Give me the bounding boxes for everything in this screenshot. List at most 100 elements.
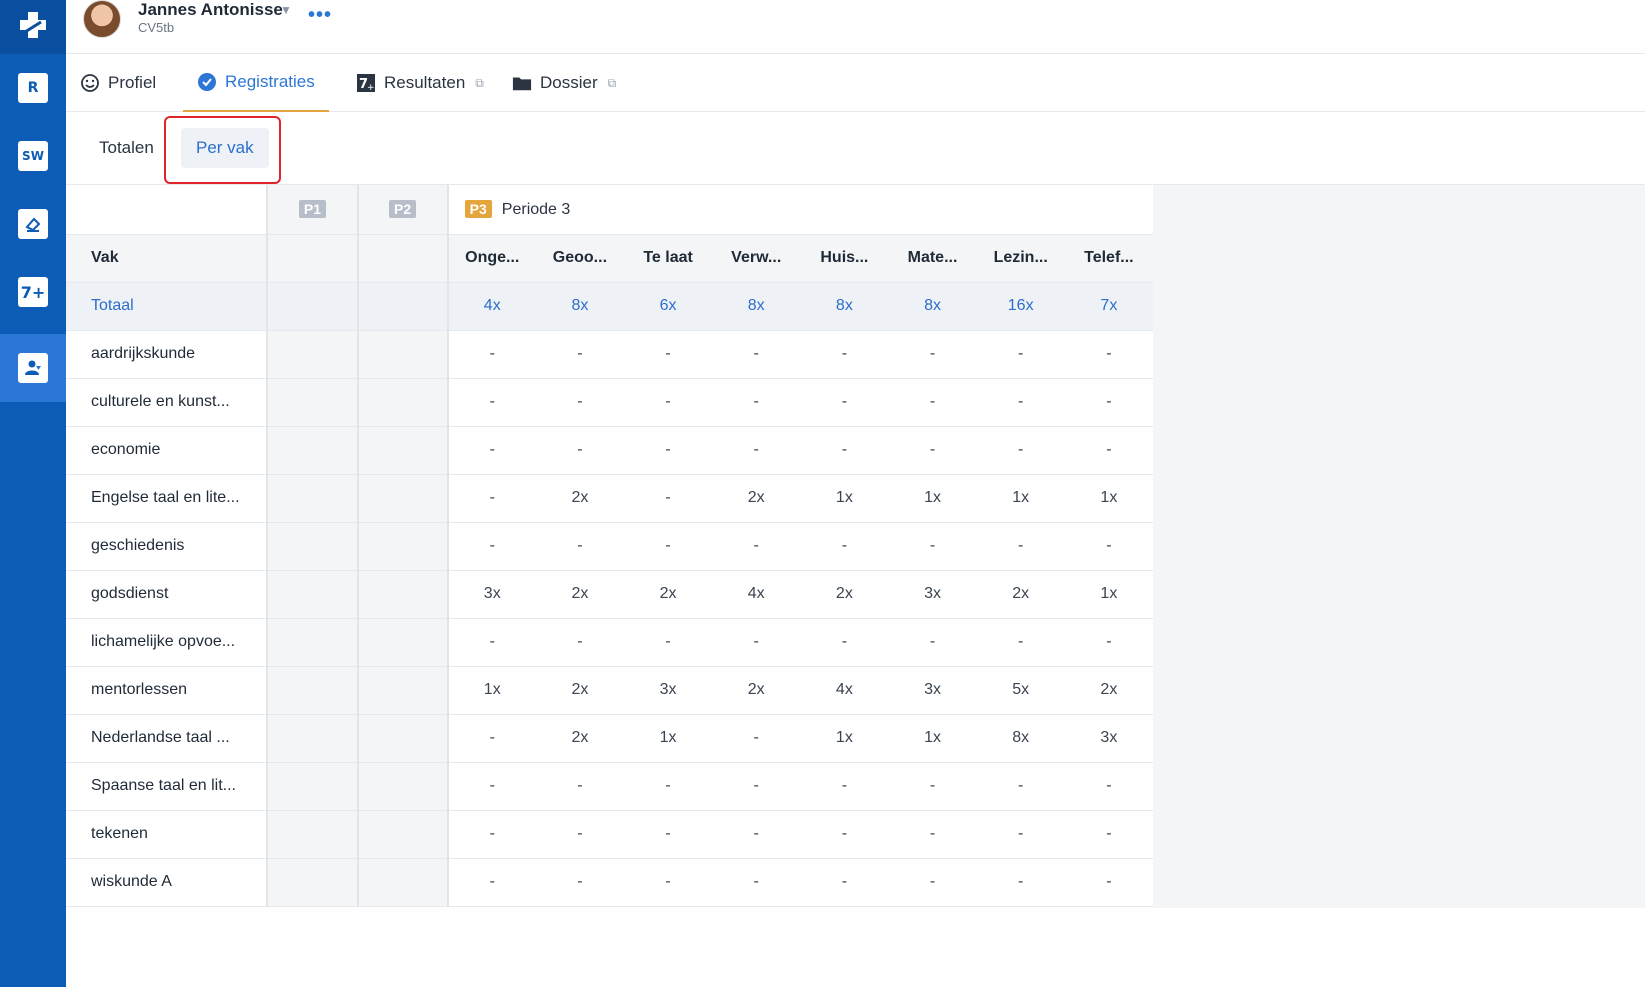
table-row[interactable]: mentorlessen 1x 2x 3x 2x 4x 3x 5x 2x <box>66 666 1153 715</box>
data-cell[interactable]: - <box>623 426 713 475</box>
tab-profiel[interactable]: Profiel <box>66 54 170 112</box>
data-cell[interactable]: - <box>535 426 624 475</box>
data-cell[interactable]: - <box>623 330 713 379</box>
data-cell[interactable]: - <box>446 330 536 379</box>
data-cell[interactable]: - <box>976 426 1065 475</box>
data-cell[interactable]: - <box>976 522 1065 571</box>
data-cell[interactable]: - <box>976 762 1065 811</box>
column-header[interactable]: Lezin... <box>976 234 1065 283</box>
data-cell[interactable]: - <box>800 330 889 379</box>
data-cell[interactable]: 1x <box>446 666 536 715</box>
data-cell[interactable]: - <box>446 378 536 427</box>
tab-registraties[interactable]: Registraties <box>183 54 329 112</box>
data-cell[interactable]: - <box>1064 858 1153 907</box>
data-cell[interactable]: 2x <box>535 666 624 715</box>
table-row[interactable]: economie - - - - - - - - <box>66 426 1153 475</box>
column-header[interactable]: Telef... <box>1064 234 1153 283</box>
data-cell[interactable]: 1x <box>1064 570 1153 619</box>
data-cell[interactable]: 4x <box>800 666 889 715</box>
data-cell[interactable]: - <box>535 330 624 379</box>
total-cell[interactable]: 4x <box>446 282 536 331</box>
table-row[interactable]: godsdienst 3x 2x 2x 4x 2x 3x 2x 1x <box>66 570 1153 619</box>
data-cell[interactable]: 2x <box>535 714 624 763</box>
total-cell[interactable]: 8x <box>712 282 801 331</box>
data-cell[interactable]: 2x <box>712 666 801 715</box>
data-cell[interactable]: - <box>535 810 624 859</box>
total-cell[interactable]: 7x <box>1064 282 1153 331</box>
data-cell[interactable]: - <box>1064 426 1153 475</box>
data-cell[interactable]: - <box>623 378 713 427</box>
data-cell[interactable]: 1x <box>976 474 1065 523</box>
data-cell[interactable]: - <box>623 858 713 907</box>
data-cell[interactable]: - <box>712 378 801 427</box>
column-header[interactable]: Verw... <box>712 234 801 283</box>
table-row[interactable]: Nederlandse taal ... -2x 1x -1x 1x 8x 3x <box>66 714 1153 763</box>
data-cell[interactable]: - <box>800 522 889 571</box>
total-cell[interactable]: 8x <box>888 282 977 331</box>
data-cell[interactable]: - <box>623 522 713 571</box>
data-cell[interactable]: 3x <box>888 666 977 715</box>
data-cell[interactable]: - <box>446 426 536 475</box>
data-cell[interactable]: 3x <box>888 570 977 619</box>
data-cell[interactable]: 1x <box>888 714 977 763</box>
tab-dossier[interactable]: Dossier ⧉ <box>498 54 630 112</box>
avatar[interactable] <box>83 0 121 38</box>
data-cell[interactable]: - <box>976 858 1065 907</box>
table-row[interactable]: wiskunde A-------- <box>66 858 1153 907</box>
data-cell[interactable]: 1x <box>1064 474 1153 523</box>
data-cell[interactable]: - <box>446 474 536 523</box>
data-cell[interactable]: 1x <box>800 474 889 523</box>
data-cell[interactable]: 8x <box>976 714 1065 763</box>
total-cell[interactable]: 8x <box>535 282 624 331</box>
data-cell[interactable]: 3x <box>1064 714 1153 763</box>
data-cell[interactable]: - <box>800 618 889 667</box>
period-p1[interactable]: P1 <box>266 185 358 235</box>
rail-students[interactable] <box>0 334 66 402</box>
data-cell[interactable]: - <box>888 858 977 907</box>
data-cell[interactable]: - <box>1064 618 1153 667</box>
rail-roster[interactable]: R <box>0 54 66 122</box>
rail-sw[interactable]: SW <box>0 122 66 190</box>
data-cell[interactable]: 2x <box>712 474 801 523</box>
data-cell[interactable]: - <box>800 426 889 475</box>
data-cell[interactable]: - <box>446 858 536 907</box>
data-cell[interactable]: 5x <box>976 666 1065 715</box>
data-cell[interactable]: - <box>535 378 624 427</box>
data-cell[interactable]: - <box>976 330 1065 379</box>
data-cell[interactable]: - <box>712 714 801 763</box>
data-cell[interactable]: - <box>446 714 536 763</box>
table-row[interactable]: culturele en kunst... - - - - - - - - <box>66 378 1153 427</box>
column-header[interactable]: Onge... <box>446 234 536 283</box>
column-header-vak[interactable]: Vak <box>66 234 268 283</box>
data-cell[interactable]: - <box>1064 762 1153 811</box>
table-row[interactable]: geschiedenis - - - - - - - - <box>66 522 1153 571</box>
data-cell[interactable]: 3x <box>446 570 536 619</box>
data-cell[interactable]: - <box>712 858 801 907</box>
data-cell[interactable]: - <box>623 762 713 811</box>
data-cell[interactable]: - <box>800 810 889 859</box>
data-cell[interactable]: - <box>446 618 536 667</box>
data-cell[interactable]: - <box>712 762 801 811</box>
data-cell[interactable]: - <box>1064 522 1153 571</box>
data-cell[interactable]: - <box>623 474 713 523</box>
data-cell[interactable]: - <box>623 810 713 859</box>
period-p3[interactable]: P3 Periode 3 <box>446 185 1153 235</box>
data-cell[interactable]: 2x <box>800 570 889 619</box>
data-cell[interactable]: - <box>535 522 624 571</box>
rail-eraser[interactable] <box>0 190 66 258</box>
data-cell[interactable]: - <box>888 522 977 571</box>
student-name[interactable]: Jannes Antonisse <box>138 0 283 20</box>
more-button[interactable]: ••• <box>308 4 332 27</box>
data-cell[interactable]: - <box>712 810 801 859</box>
chevron-down-icon[interactable]: ▼ <box>280 3 292 17</box>
data-cell[interactable]: - <box>800 762 889 811</box>
data-cell[interactable]: 2x <box>535 474 624 523</box>
total-cell[interactable]: 16x <box>976 282 1065 331</box>
data-cell[interactable]: - <box>535 762 624 811</box>
data-cell[interactable]: - <box>888 426 977 475</box>
column-header[interactable]: Te laat <box>623 234 713 283</box>
tab-resultaten[interactable]: 7 + Resultaten ⧉ <box>342 54 498 112</box>
table-row[interactable]: tekenen - - - - - - - - <box>66 810 1153 859</box>
data-cell[interactable]: 2x <box>535 570 624 619</box>
rail-grades[interactable]: 7+ <box>0 258 66 326</box>
